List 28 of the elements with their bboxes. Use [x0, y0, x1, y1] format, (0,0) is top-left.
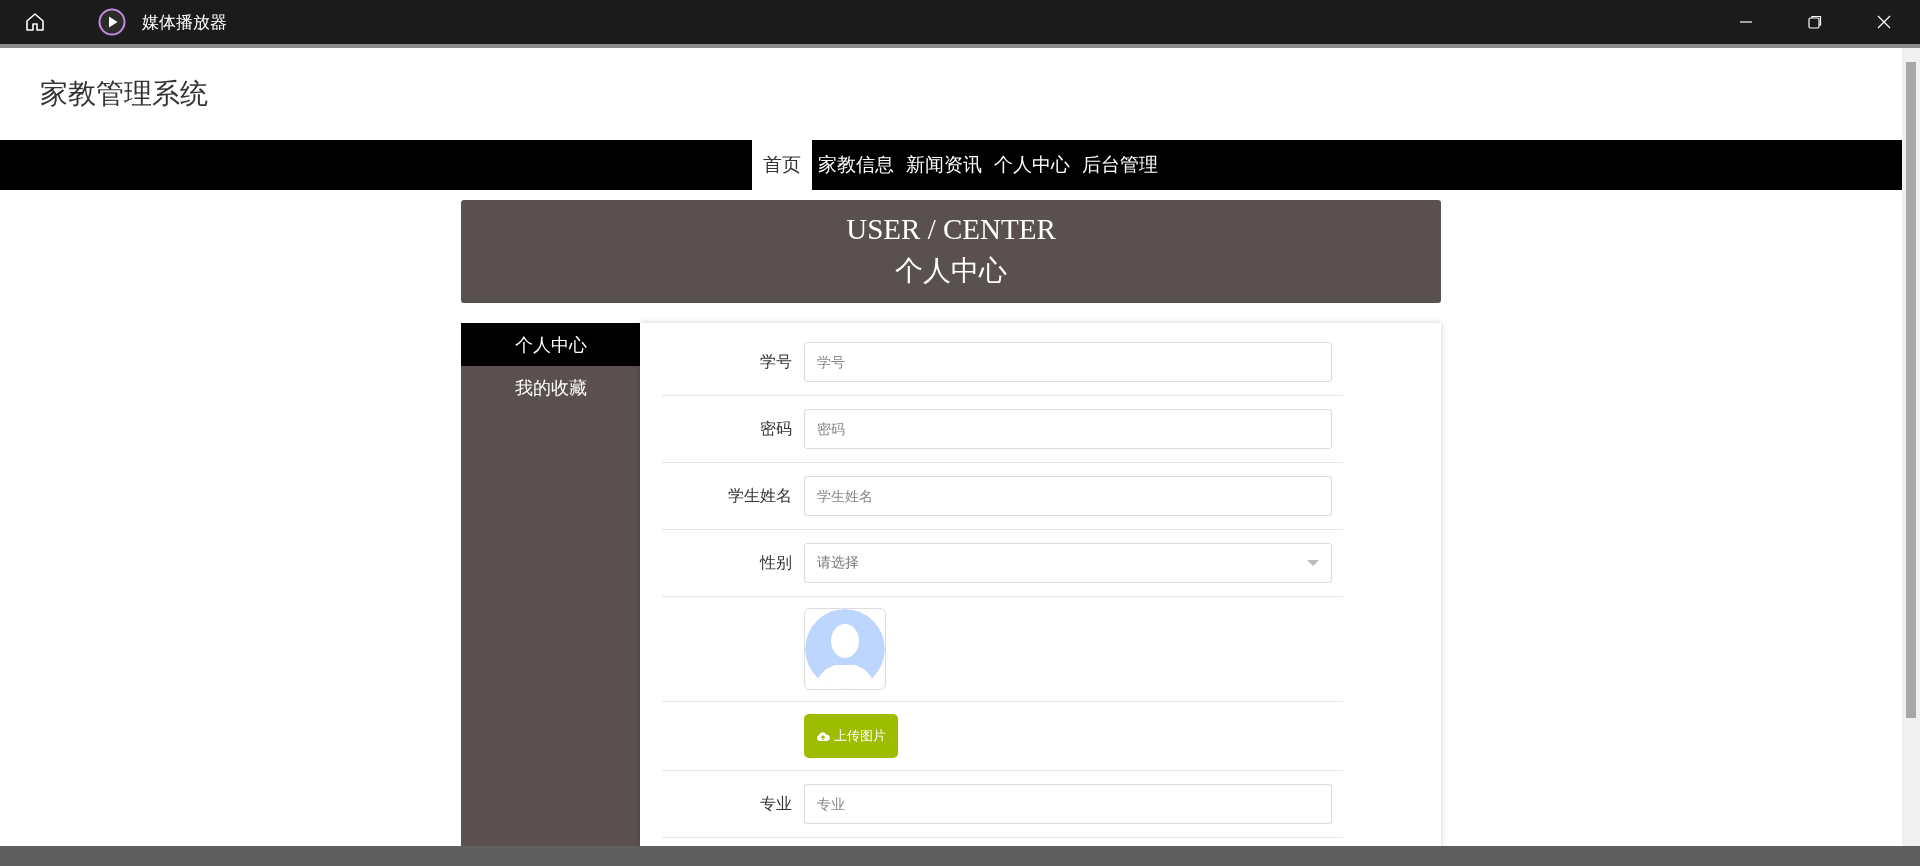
dropdown-caret-icon	[1307, 560, 1319, 566]
home-icon[interactable]	[23, 10, 47, 34]
sidebar-item[interactable]: 我的收藏	[461, 366, 640, 409]
window-title: 媒体播放器	[142, 10, 227, 34]
input-field[interactable]: 学生姓名	[804, 476, 1332, 516]
field-label: 性别	[758, 552, 793, 574]
banner-title: USER / CENTER	[846, 213, 1056, 246]
close-icon[interactable]	[1876, 14, 1892, 30]
nav-link[interactable]: 新闻资讯	[900, 140, 988, 190]
input-field[interactable]: 密码	[804, 409, 1332, 449]
cloud-upload-icon	[816, 730, 830, 742]
nav-link[interactable]: 后台管理	[1076, 140, 1164, 190]
sidebar-item[interactable]: 个人中心	[461, 323, 640, 366]
nav-link[interactable]: 首页	[752, 140, 812, 190]
nav-link[interactable]: 个人中心	[988, 140, 1076, 190]
restore-icon[interactable]	[1807, 14, 1823, 30]
select-field[interactable]: 请选择	[804, 543, 1332, 583]
input-field[interactable]: 学号	[804, 342, 1332, 382]
banner-subtitle: 个人中心	[895, 253, 1007, 289]
play-icon	[98, 8, 126, 36]
field-label: 密码	[759, 418, 793, 440]
field-label: 学号	[759, 351, 793, 373]
scrollbar[interactable]	[1902, 48, 1920, 846]
input-field[interactable]: 专业	[804, 784, 1332, 824]
field-label: 专业	[759, 793, 793, 815]
nav-link[interactable]: 家教信息	[812, 140, 900, 190]
field-label: 学生姓名	[727, 485, 793, 507]
site-title: 家教管理系统	[40, 76, 208, 112]
